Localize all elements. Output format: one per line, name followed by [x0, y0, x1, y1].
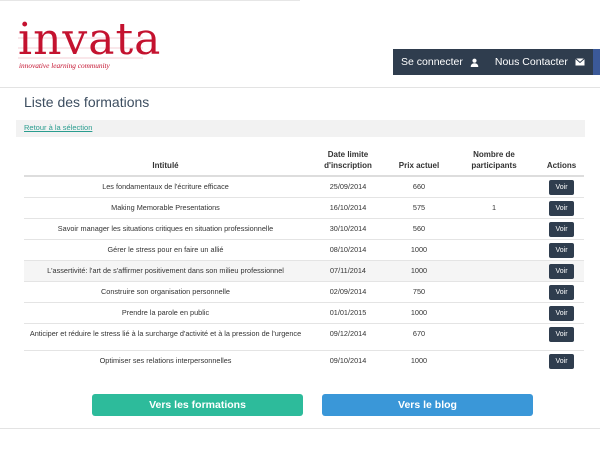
cell-intitule: Savoir manager les situations critiques …	[24, 217, 307, 239]
cell-participants	[449, 217, 539, 239]
contact-button[interactable]: Nous Contacter	[487, 49, 593, 75]
formations-table: Intitulé Date limite d'inscription Prix …	[24, 147, 584, 371]
cell-prix: 1000	[389, 238, 449, 260]
cell-actions: Voir	[539, 322, 584, 350]
cell-prix: 670	[389, 322, 449, 350]
cell-date: 09/12/2014	[307, 322, 389, 350]
cell-date: 30/10/2014	[307, 217, 389, 239]
cell-date: 09/10/2014	[307, 349, 389, 371]
envelope-icon	[574, 58, 585, 66]
table-row: Gérer le stress pour en faire un allié 0…	[24, 238, 584, 260]
login-button[interactable]: Se connecter	[393, 49, 487, 75]
vers-les-formations-button[interactable]: Vers les formations	[92, 394, 303, 416]
facebook-icon[interactable]: f	[592, 49, 600, 75]
table-row: Prendre la parole en public 01/01/2015 1…	[24, 301, 584, 323]
cell-prix: 1000	[389, 349, 449, 371]
voir-button[interactable]: Voir	[549, 242, 574, 258]
back-bar: Retour à la sélection	[16, 120, 585, 137]
header-divider	[0, 87, 600, 88]
cell-actions: Voir	[539, 238, 584, 260]
cell-prix: 1000	[389, 259, 449, 281]
cell-actions: Voir	[539, 217, 584, 239]
cell-participants	[449, 175, 539, 197]
header-intitule: Intitulé	[24, 147, 307, 177]
table-row: Savoir manager les situations critiques …	[24, 217, 584, 239]
cell-prix: 560	[389, 217, 449, 239]
header-actions: Actions	[539, 147, 584, 177]
cell-date: 01/01/2015	[307, 301, 389, 323]
cell-actions: Voir	[539, 196, 584, 218]
back-to-selection-link[interactable]: Retour à la sélection	[24, 123, 92, 132]
cell-intitule: Les fondamentaux de l'écriture efficace	[24, 175, 307, 197]
table-row: L'assertivité: l'art de s'affirmer posit…	[24, 259, 584, 281]
logo-tagline: innovative learning community	[19, 61, 110, 70]
voir-button[interactable]: Voir	[549, 180, 574, 195]
cell-date: 08/10/2014	[307, 238, 389, 260]
cell-participants	[449, 280, 539, 302]
table-header-row: Intitulé Date limite d'inscription Prix …	[24, 147, 584, 177]
vers-le-blog-button[interactable]: Vers le blog	[322, 394, 533, 416]
cell-intitule: Construire son organisation personnelle	[24, 280, 307, 302]
cell-intitule: L'assertivité: l'art de s'affirmer posit…	[24, 259, 307, 281]
top-nav: Se connecter Nous Contacter f	[393, 49, 600, 75]
cell-prix: 660	[389, 175, 449, 197]
cell-intitule: Making Memorable Presentations	[24, 196, 307, 218]
voir-button[interactable]: Voir	[549, 326, 574, 342]
user-icon	[470, 58, 479, 67]
cell-participants	[449, 322, 539, 350]
cell-intitule: Prendre la parole en public	[24, 301, 307, 323]
cell-actions: Voir	[539, 280, 584, 302]
header-prix: Prix actuel	[389, 147, 449, 177]
login-label: Se connecter	[401, 56, 463, 68]
table-row: Construire son organisation personnelle …	[24, 280, 584, 302]
cell-participants: 1	[449, 196, 539, 218]
cell-actions: Voir	[539, 175, 584, 197]
cell-prix: 575	[389, 196, 449, 218]
voir-button[interactable]: Voir	[549, 200, 574, 216]
contact-label: Nous Contacter	[494, 56, 568, 68]
top-divider	[0, 0, 300, 1]
cell-date: 07/11/2014	[307, 259, 389, 281]
cell-participants	[449, 238, 539, 260]
header-participants: Nombre de participants	[449, 147, 539, 177]
voir-button[interactable]: Voir	[549, 221, 574, 237]
invata-logo[interactable]: invata innovative learning community	[18, 14, 160, 76]
cell-intitule: Optimiser ses relations interpersonnelle…	[24, 349, 307, 371]
voir-button[interactable]: Voir	[549, 305, 574, 321]
cell-date: 25/09/2014	[307, 175, 389, 197]
cell-intitule: Anticiper et réduire le stress lié à la …	[24, 322, 307, 350]
cell-participants	[449, 349, 539, 371]
cell-intitule: Gérer le stress pour en faire un allié	[24, 238, 307, 260]
cell-date: 16/10/2014	[307, 196, 389, 218]
table-row: Anticiper et réduire le stress lié à la …	[24, 322, 584, 350]
voir-button[interactable]: Voir	[549, 284, 574, 300]
cell-participants	[449, 301, 539, 323]
cell-participants	[449, 259, 539, 281]
cell-actions: Voir	[539, 259, 584, 281]
cell-date: 02/09/2014	[307, 280, 389, 302]
table-row: Optimiser ses relations interpersonnelle…	[24, 349, 584, 371]
table-row: Les fondamentaux de l'écriture efficace …	[24, 175, 584, 197]
logo-wordmark: invata	[18, 14, 162, 65]
cell-prix: 750	[389, 280, 449, 302]
table-row: Making Memorable Presentations 16/10/201…	[24, 196, 584, 218]
voir-button[interactable]: Voir	[549, 263, 574, 279]
cell-prix: 1000	[389, 301, 449, 323]
cell-actions: Voir	[539, 301, 584, 323]
page-title: Liste des formations	[24, 94, 150, 110]
cell-actions: Voir	[539, 349, 584, 371]
footer-divider	[0, 428, 600, 429]
header-date: Date limite d'inscription	[307, 147, 389, 177]
voir-button[interactable]: Voir	[549, 353, 574, 369]
